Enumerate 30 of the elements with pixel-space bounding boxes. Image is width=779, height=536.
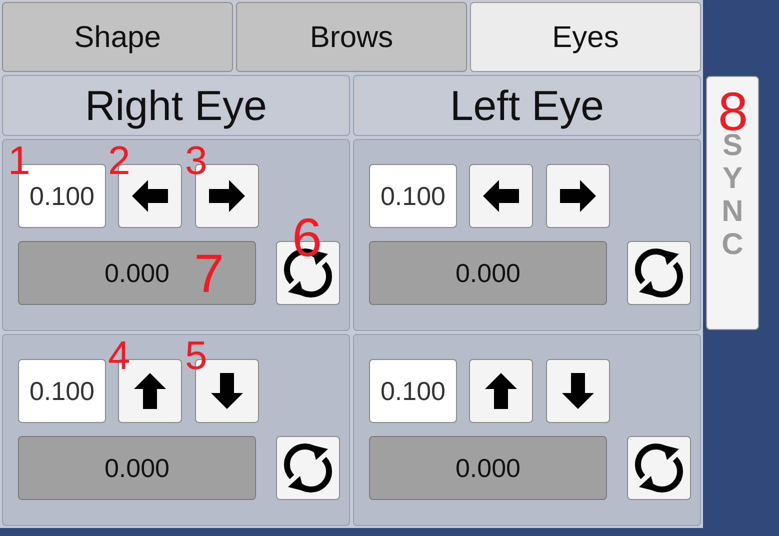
value-display: 0.000 (369, 436, 607, 500)
step-field[interactable]: 0.100 (369, 164, 457, 228)
arrow-right-icon (558, 178, 598, 214)
value-display: 0.000 (369, 241, 607, 305)
tab[interactable]: Shape (2, 2, 233, 72)
refresh-icon (633, 443, 685, 493)
annotation-number: 4 (108, 336, 130, 376)
column-header: Left Eye (353, 75, 701, 136)
reset-button[interactable] (627, 241, 691, 305)
arrow-left-icon (481, 178, 521, 214)
arrow-right-icon (207, 178, 247, 214)
increase-button[interactable] (546, 164, 610, 228)
annotation-number: 7 (194, 247, 224, 301)
column-header: Right Eye (2, 75, 350, 136)
value-display: 0.000 (18, 436, 256, 500)
annotation-number: 5 (185, 336, 208, 376)
reset-button[interactable] (627, 436, 691, 500)
refresh-icon (633, 248, 685, 298)
reset-button[interactable] (276, 436, 340, 500)
increase-button[interactable] (546, 359, 610, 423)
tab[interactable]: Brows (236, 2, 467, 72)
step-field[interactable]: 0.100 (18, 359, 106, 423)
refresh-icon (282, 443, 334, 493)
arrow-left-icon (130, 178, 170, 214)
tab[interactable]: Eyes (470, 2, 701, 72)
decrease-button[interactable] (469, 359, 533, 423)
annotation-number: 3 (185, 141, 208, 181)
annotation-number: 2 (108, 141, 130, 181)
decrease-button[interactable] (469, 164, 533, 228)
step-field[interactable]: 0.100 (369, 359, 457, 423)
